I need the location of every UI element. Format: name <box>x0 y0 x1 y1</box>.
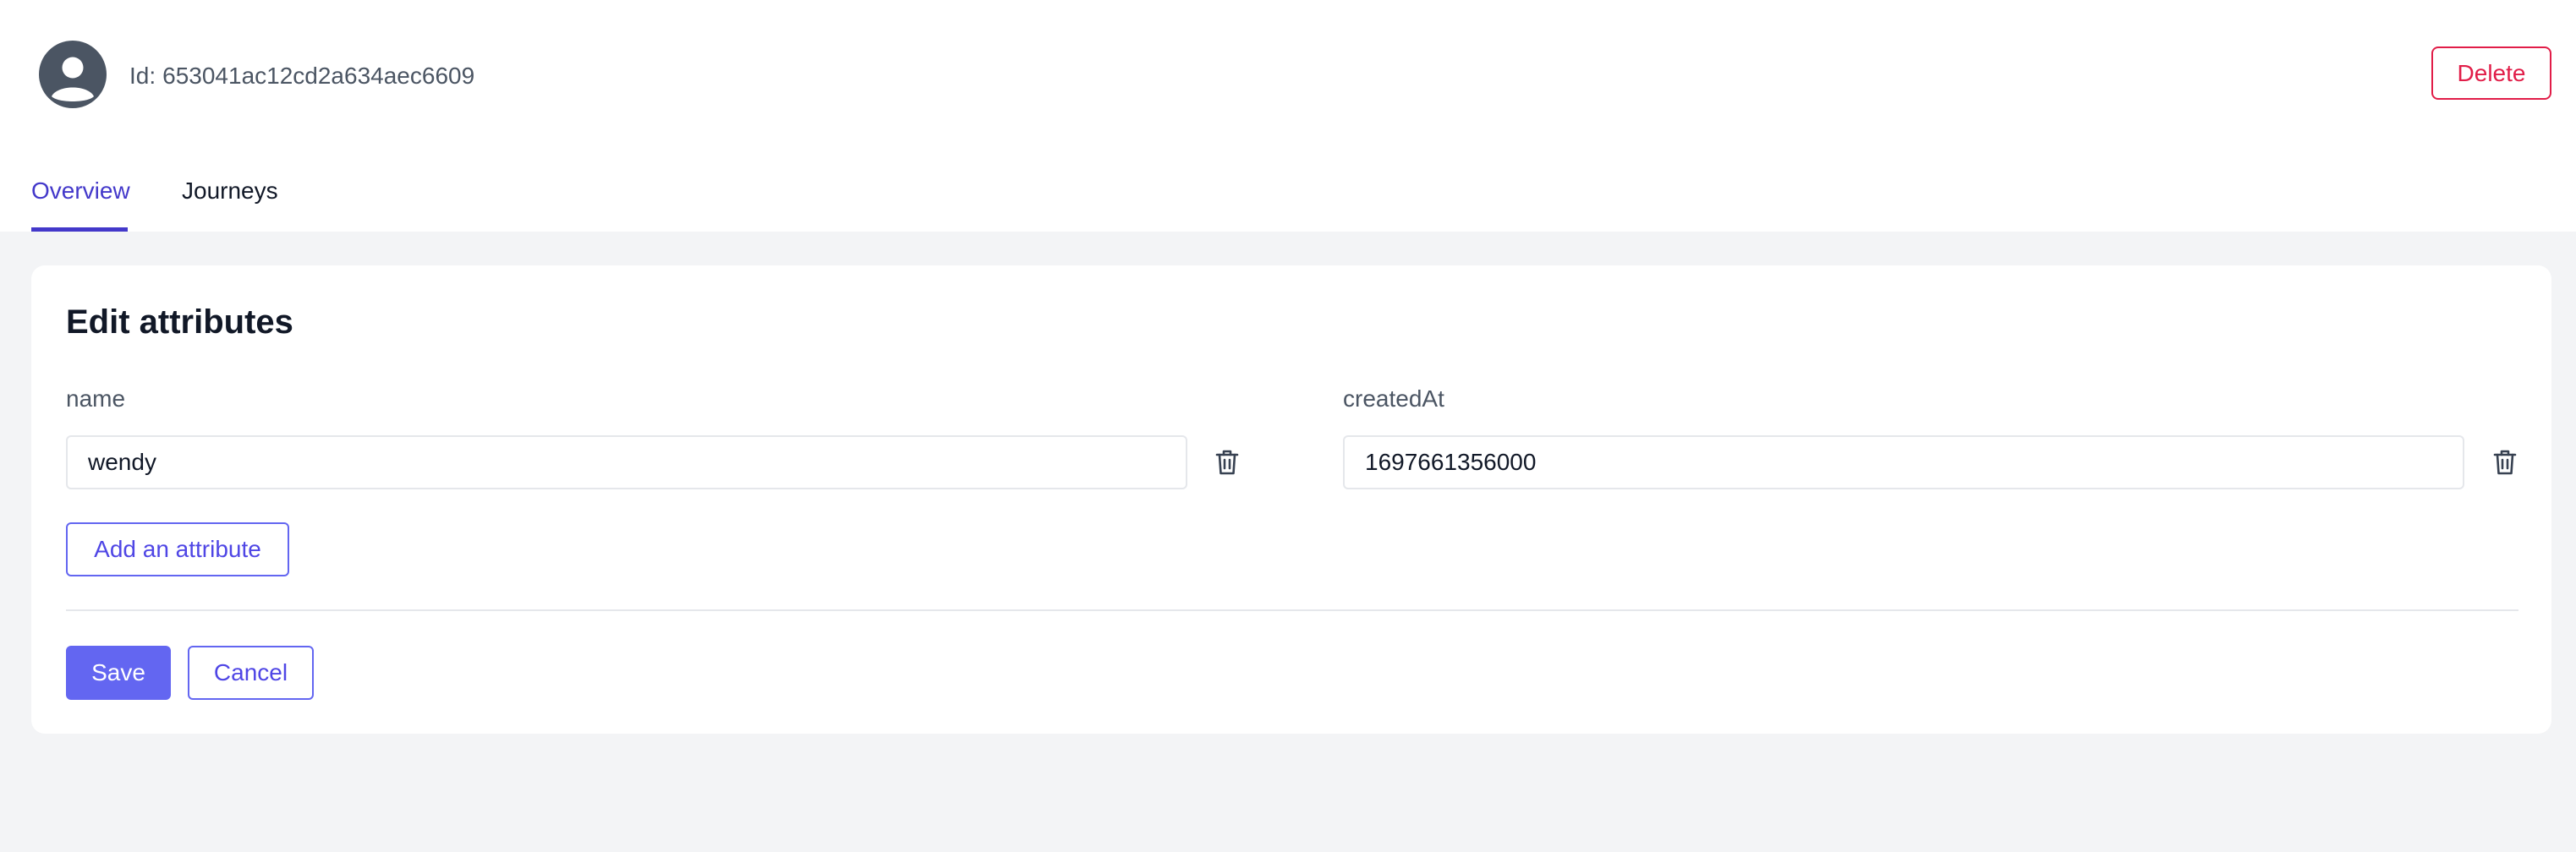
delete-attribute-createdat-button[interactable] <box>2488 445 2522 479</box>
user-id-text: Id: 653041ac12cd2a634aec6609 <box>129 61 474 91</box>
trash-icon <box>1215 449 1239 476</box>
user-id-value: 653041ac12cd2a634aec6609 <box>162 63 475 89</box>
delete-attribute-name-button[interactable] <box>1210 445 1244 479</box>
user-avatar-icon <box>39 41 107 108</box>
edit-attributes-card: Edit attributes name createdAt Add <box>31 265 2551 734</box>
trash-icon <box>2493 449 2517 476</box>
tab-active-indicator <box>31 227 128 232</box>
delete-button[interactable]: Delete <box>2431 46 2551 100</box>
attribute-input-name[interactable] <box>66 435 1187 489</box>
save-button[interactable]: Save <box>66 646 171 700</box>
attribute-label-name: name <box>66 385 126 412</box>
tab-overview[interactable]: Overview <box>31 174 130 208</box>
divider <box>66 609 2518 611</box>
tab-journeys[interactable]: Journeys <box>182 174 278 208</box>
card-title: Edit attributes <box>66 303 293 341</box>
cancel-button[interactable]: Cancel <box>188 646 314 700</box>
attribute-input-createdat[interactable] <box>1343 435 2464 489</box>
add-attribute-button[interactable]: Add an attribute <box>66 522 289 576</box>
user-id-prefix: Id: <box>129 63 156 89</box>
page-header: Id: 653041ac12cd2a634aec6609 Delete Overv… <box>0 0 2576 232</box>
attribute-label-createdat: createdAt <box>1343 385 1444 412</box>
